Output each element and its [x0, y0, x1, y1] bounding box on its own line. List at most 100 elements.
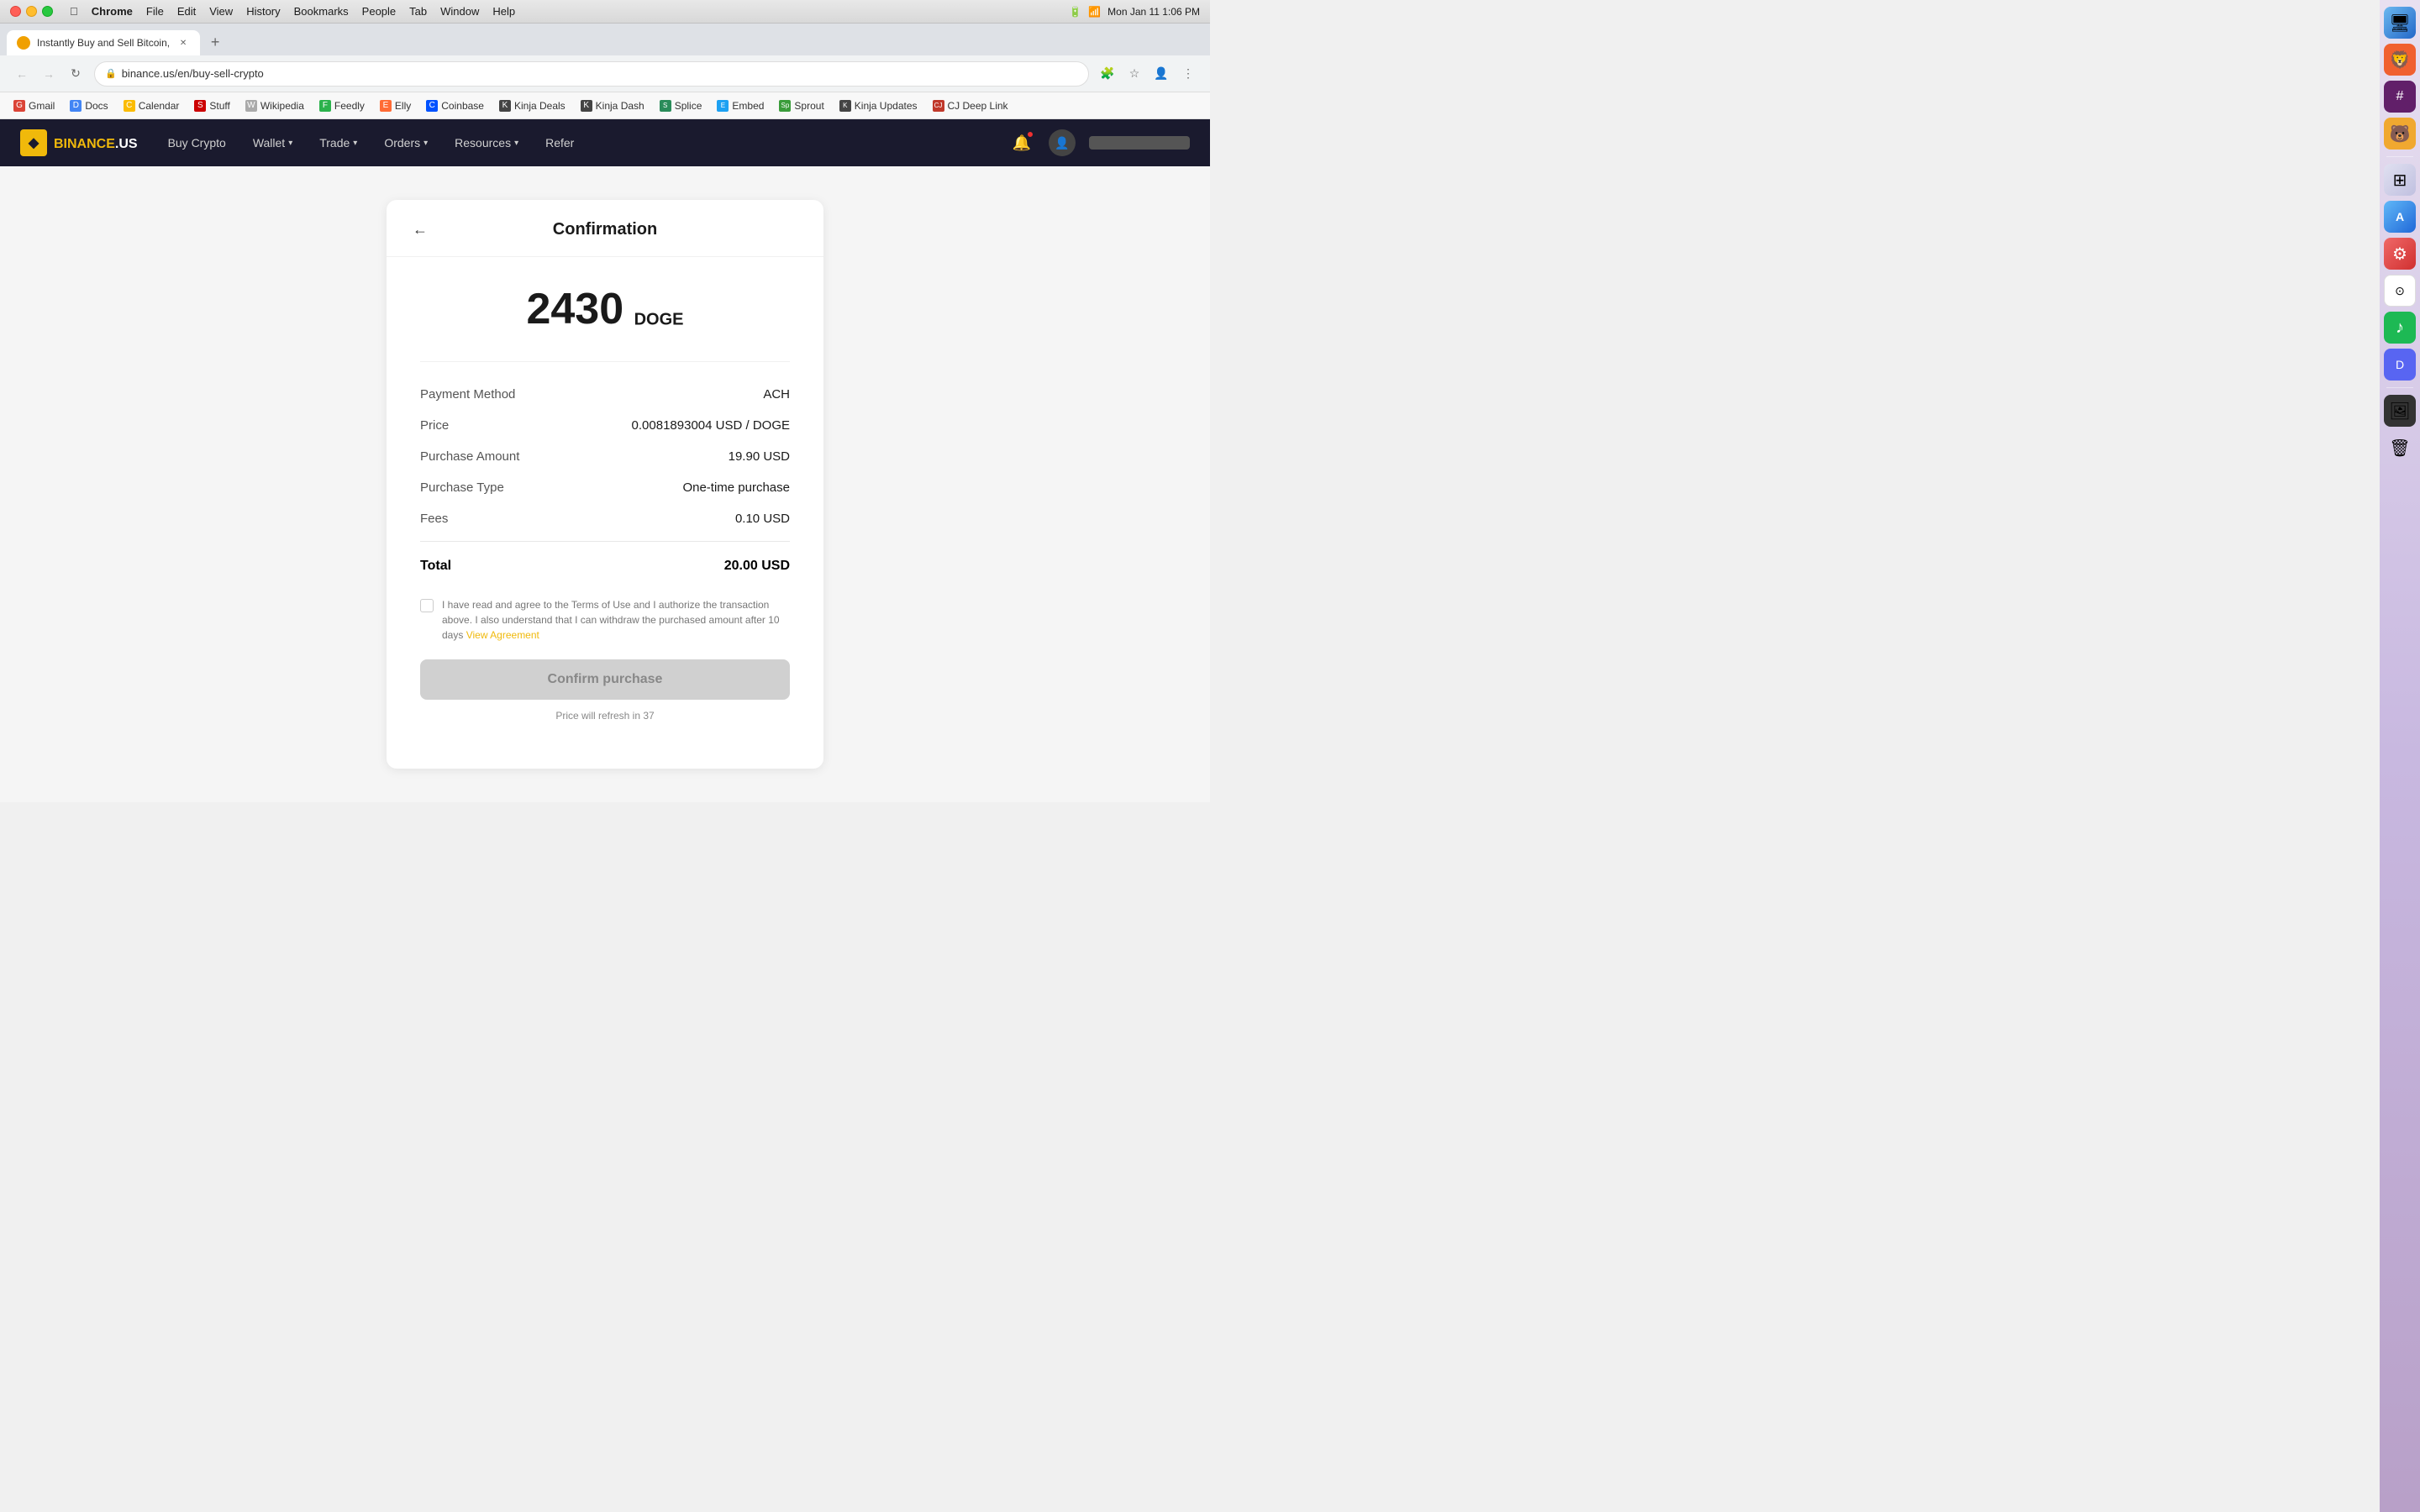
bookmark-cj-deep-link[interactable]: CJ CJ Deep Link: [926, 97, 1015, 115]
active-tab[interactable]: Instantly Buy and Sell Bitcoin, ✕: [7, 30, 200, 55]
view-agreement-link[interactable]: View Agreement: [466, 629, 539, 641]
window-controls[interactable]: [10, 6, 53, 17]
dock-divider-2: [2386, 387, 2413, 388]
purchase-type-value: One-time purchase: [682, 480, 790, 495]
ssl-lock-icon: 🔒: [105, 68, 117, 79]
slack-app[interactable]: #: [2384, 81, 2416, 113]
splice-icon: S: [660, 100, 671, 112]
wikipedia-icon: W: [245, 100, 257, 112]
people-menu[interactable]: People: [362, 5, 396, 18]
help-menu[interactable]: Help: [492, 5, 515, 18]
finder-app[interactable]: 🖥: [2384, 7, 2416, 39]
total-row: Total 20.00 USD: [420, 549, 790, 584]
nav-orders[interactable]: Orders ▾: [381, 129, 431, 156]
apple-menu[interactable]: : [70, 5, 78, 18]
page-title: Confirmation: [553, 220, 657, 239]
tab-menu[interactable]: Tab: [409, 5, 427, 18]
chrome-menu[interactable]: Chrome: [92, 5, 133, 18]
bookmark-calendar[interactable]: C Calendar: [117, 97, 187, 115]
bookmarks-menu[interactable]: Bookmarks: [294, 5, 349, 18]
card-header: ← Confirmation: [387, 200, 823, 257]
chrome-app[interactable]: ⊙: [2384, 275, 2416, 307]
view-menu[interactable]: View: [209, 5, 233, 18]
nav-trade[interactable]: Trade ▾: [316, 129, 360, 156]
bookmark-gmail[interactable]: G Gmail: [7, 97, 61, 115]
clock: Mon Jan 11 1:06 PM: [1107, 6, 1200, 18]
nav-wallet[interactable]: Wallet ▾: [250, 129, 296, 156]
tab-favicon: [17, 36, 30, 50]
bookmark-kinja-updates[interactable]: K Kinja Updates: [833, 97, 924, 115]
confirm-purchase-button[interactable]: Confirm purchase: [420, 659, 790, 700]
photo-app[interactable]: 🖼: [2384, 395, 2416, 427]
terms-section: I have read and agree to the Terms of Us…: [420, 597, 790, 643]
bookmark-elly[interactable]: E Elly: [373, 97, 418, 115]
profile-icon[interactable]: 👤: [1150, 62, 1173, 86]
spotify-app[interactable]: ♪: [2384, 312, 2416, 344]
sprout-icon: Sp: [779, 100, 791, 112]
close-button[interactable]: [10, 6, 21, 17]
more-options-icon[interactable]: ⋮: [1176, 62, 1200, 86]
notifications-bell[interactable]: 🔔: [1008, 129, 1035, 156]
bookmark-star-icon[interactable]: ☆: [1123, 62, 1146, 86]
price-row: Price 0.0081893004 USD / DOGE: [420, 410, 790, 441]
address-bar[interactable]: 🔒 binance.us/en/buy-sell-crypto: [94, 61, 1089, 87]
fees-label: Fees: [420, 512, 448, 526]
tab-close-button[interactable]: ✕: [176, 36, 190, 50]
browser-nav-buttons: ← → ↻: [10, 62, 87, 86]
trash-app[interactable]: 🗑: [2384, 432, 2416, 464]
nav-resources[interactable]: Resources ▾: [451, 129, 522, 156]
discord-app[interactable]: D: [2384, 349, 2416, 381]
forward-button[interactable]: →: [37, 62, 60, 86]
binance-logo-text: BINANCE.US: [54, 134, 138, 152]
back-arrow-button[interactable]: ←: [407, 217, 434, 244]
bookmark-docs[interactable]: D Docs: [63, 97, 114, 115]
bookmark-sprout[interactable]: Sp Sprout: [772, 97, 830, 115]
amount-number: 2430: [526, 285, 623, 333]
macos-dock: 🖥 🦁 # 🐻 ⊞ A ⚙ ⊙ ♪ D 🖼 🗑: [2380, 0, 2420, 1512]
history-menu[interactable]: History: [246, 5, 280, 18]
purchase-amount-label: Purchase Amount: [420, 449, 519, 464]
coinbase-icon: C: [426, 100, 438, 112]
website: ◆ BINANCE.US Buy Crypto Wallet ▾ Trade ▾…: [0, 119, 1210, 802]
minimize-button[interactable]: [26, 6, 37, 17]
bookmark-wikipedia[interactable]: W Wikipedia: [239, 97, 311, 115]
file-menu[interactable]: File: [146, 5, 164, 18]
docs-icon: D: [70, 100, 82, 112]
terms-checkbox[interactable]: [420, 599, 434, 612]
bookmark-stuff[interactable]: S Stuff: [187, 97, 236, 115]
battery-icon: 🔋: [1069, 6, 1081, 18]
addressbar-icons: 🧩 ☆ 👤 ⋮: [1096, 62, 1200, 86]
binance-logo[interactable]: ◆ BINANCE.US: [20, 129, 138, 156]
back-button[interactable]: ←: [10, 62, 34, 86]
edit-menu[interactable]: Edit: [177, 5, 196, 18]
dock-divider: [2386, 156, 2413, 157]
bookmark-embed[interactable]: E Embed: [710, 97, 771, 115]
brave-app[interactable]: 🦁: [2384, 44, 2416, 76]
nav-refer[interactable]: Refer: [542, 129, 577, 156]
appstore-app[interactable]: A: [2384, 201, 2416, 233]
purchase-amount-value: 19.90 USD: [729, 449, 790, 464]
user-avatar[interactable]: 👤: [1049, 129, 1076, 156]
bear-app[interactable]: 🐻: [2384, 118, 2416, 150]
bookmark-kinja-dash[interactable]: K Kinja Dash: [574, 97, 651, 115]
confirmation-card: ← Confirmation 2430 DOGE Payment Method …: [387, 200, 823, 769]
fees-value: 0.10 USD: [735, 512, 790, 526]
window-menu[interactable]: Window: [440, 5, 479, 18]
purchase-type-label: Purchase Type: [420, 480, 504, 495]
giorno-app[interactable]: ⚙: [2384, 238, 2416, 270]
bookmark-feedly[interactable]: F Feedly: [313, 97, 371, 115]
payment-method-value: ACH: [763, 387, 790, 402]
mac-titlebar-right: 🔋 📶 Mon Jan 11 1:06 PM: [1069, 6, 1200, 18]
bookmark-coinbase[interactable]: C Coinbase: [419, 97, 491, 115]
trade-chevron: ▾: [353, 139, 357, 148]
browser-tabs: Instantly Buy and Sell Bitcoin, ✕ +: [0, 24, 1210, 55]
bookmark-kinja-deals[interactable]: K Kinja Deals: [492, 97, 572, 115]
extensions-icon[interactable]: 🧩: [1096, 62, 1119, 86]
launchpad-app[interactable]: ⊞: [2384, 164, 2416, 196]
refresh-button[interactable]: ↻: [64, 62, 87, 86]
maximize-button[interactable]: [42, 6, 53, 17]
nav-buy-crypto[interactable]: Buy Crypto: [165, 129, 229, 156]
new-tab-button[interactable]: +: [203, 30, 227, 54]
bookmark-splice[interactable]: S Splice: [653, 97, 709, 115]
calendar-icon: C: [124, 100, 135, 112]
